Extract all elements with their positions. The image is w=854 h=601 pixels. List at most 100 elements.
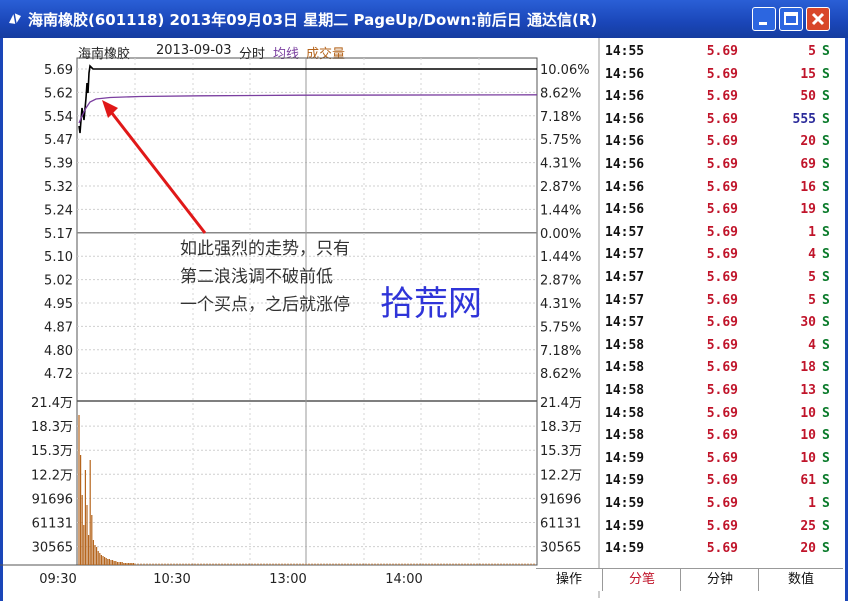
tick-price: 5.69	[706, 337, 738, 353]
tick-side: S	[822, 405, 830, 421]
tick-row[interactable]: 14:56 5.69 50 S	[0, 87, 848, 110]
tick-volume: 15	[800, 66, 816, 82]
tick-price: 5.69	[706, 541, 738, 557]
tick-time: 14:56	[605, 134, 645, 150]
tick-time: 14:55	[605, 44, 645, 59]
tick-row[interactable]: 14:57 5.69 4 S	[0, 245, 848, 268]
tick-row[interactable]: 14:55 5.69 5 S	[0, 42, 848, 65]
tick-volume: 16	[800, 179, 816, 195]
tick-side: S	[822, 247, 830, 263]
tick-row[interactable]: 14:59 5.69 1 S	[0, 494, 848, 517]
tick-time: 14:56	[605, 89, 645, 105]
tab-ticks[interactable]: 分笔	[602, 568, 681, 591]
tick-price: 5.69	[706, 292, 738, 308]
tick-side: S	[822, 134, 830, 150]
tick-volume: 1	[808, 496, 816, 511]
time-tick-label: 09:30	[39, 572, 76, 587]
tick-price: 5.69	[706, 315, 738, 331]
tick-price: 5.69	[706, 179, 738, 195]
tick-side: S	[822, 518, 830, 534]
tick-volume: 50	[800, 89, 816, 105]
tab-minute[interactable]: 分钟	[680, 568, 759, 591]
tick-side: S	[822, 450, 830, 466]
tick-row[interactable]: 14:57 5.69 1 S	[0, 223, 848, 246]
tick-time: 14:59	[605, 450, 645, 466]
tick-side: S	[822, 111, 830, 127]
title-bar: 海南橡胶(601118) 2013年09月03日 星期二 PageUp/Down…	[0, 0, 848, 38]
tick-side: S	[822, 360, 830, 376]
tick-price: 5.69	[706, 360, 738, 376]
tick-row[interactable]: 14:56 5.69 16 S	[0, 178, 848, 201]
tick-side: S	[822, 473, 830, 489]
tick-volume: 5	[808, 292, 816, 308]
tick-side: S	[822, 337, 830, 353]
time-tick-label: 10:30	[153, 572, 190, 587]
tick-row[interactable]: 14:56 5.69 19 S	[0, 200, 848, 223]
window-title: 海南橡胶(601118) 2013年09月03日 星期二 PageUp/Down…	[28, 11, 598, 29]
tick-side: S	[822, 179, 830, 195]
maximize-icon	[784, 12, 798, 25]
tick-time: 14:58	[605, 428, 645, 444]
tick-row[interactable]: 14:56 5.69 555 S	[0, 110, 848, 133]
maximize-button[interactable]	[779, 7, 803, 31]
tick-volume: 19	[800, 202, 816, 218]
tick-row[interactable]: 14:59 5.69 10 S	[0, 449, 848, 472]
tick-time: 14:58	[605, 383, 645, 398]
tick-row[interactable]: 14:59 5.69 61 S	[0, 471, 848, 494]
tick-price: 5.69	[706, 450, 738, 466]
tick-row[interactable]: 14:58 5.69 10 S	[0, 404, 848, 427]
tick-row[interactable]: 14:59 5.69 20 S	[0, 539, 848, 562]
tick-volume: 20	[800, 541, 816, 557]
tick-time: 14:56	[605, 179, 645, 195]
tick-side: S	[822, 270, 830, 285]
tick-time: 14:59	[605, 496, 645, 511]
tick-time: 14:58	[605, 405, 645, 421]
tick-price: 5.69	[706, 383, 738, 398]
app-window: 海南橡胶(601118) 2013年09月03日 星期二 PageUp/Down…	[0, 0, 848, 601]
close-button[interactable]	[806, 7, 830, 31]
tick-volume: 10	[800, 428, 816, 444]
tick-time: 14:59	[605, 518, 645, 534]
tick-volume: 1	[808, 224, 816, 240]
tick-volume: 4	[808, 247, 816, 263]
minimize-button[interactable]	[752, 7, 776, 31]
tick-time: 14:59	[605, 473, 645, 489]
close-icon	[811, 12, 825, 26]
tick-volume: 69	[800, 157, 816, 172]
tick-row[interactable]: 14:58 5.69 10 S	[0, 426, 848, 449]
tick-time: 14:56	[605, 111, 645, 127]
tick-side: S	[822, 496, 830, 511]
tick-row[interactable]: 14:56 5.69 20 S	[0, 132, 848, 155]
tick-volume: 4	[808, 337, 816, 353]
tick-row[interactable]: 14:58 5.69 18 S	[0, 358, 848, 381]
tick-price: 5.69	[706, 224, 738, 240]
tab-values[interactable]: 数值	[758, 568, 843, 591]
tick-side: S	[822, 383, 830, 398]
tick-price: 5.69	[706, 134, 738, 150]
tick-row[interactable]: 14:59 5.69 25 S	[0, 517, 848, 540]
tick-volume: 20	[800, 134, 816, 150]
tick-time: 14:57	[605, 224, 645, 240]
tick-side: S	[822, 66, 830, 82]
time-tick-label: 13:00	[269, 572, 306, 587]
tick-row[interactable]: 14:58 5.69 13 S	[0, 381, 848, 404]
tick-row[interactable]: 14:58 5.69 4 S	[0, 336, 848, 359]
tick-row[interactable]: 14:57 5.69 5 S	[0, 291, 848, 314]
tick-row[interactable]: 14:57 5.69 5 S	[0, 268, 848, 291]
tick-time: 14:59	[605, 541, 645, 557]
tick-volume: 10	[800, 450, 816, 466]
tick-row[interactable]: 14:56 5.69 69 S	[0, 155, 848, 178]
tick-row[interactable]: 14:56 5.69 15 S	[0, 65, 848, 88]
tick-volume: 61	[800, 473, 816, 489]
tick-price: 5.69	[706, 247, 738, 263]
tab-operate[interactable]: 操作	[536, 568, 602, 591]
tick-volume: 10	[800, 405, 816, 421]
tick-row[interactable]: 14:57 5.69 30 S	[0, 313, 848, 336]
tick-price: 5.69	[706, 111, 738, 127]
tick-side: S	[822, 224, 830, 240]
tick-time: 14:56	[605, 66, 645, 82]
tick-price: 5.69	[706, 473, 738, 489]
tick-volume: 13	[800, 383, 816, 398]
tick-price: 5.69	[706, 428, 738, 444]
tick-time: 14:57	[605, 247, 645, 263]
